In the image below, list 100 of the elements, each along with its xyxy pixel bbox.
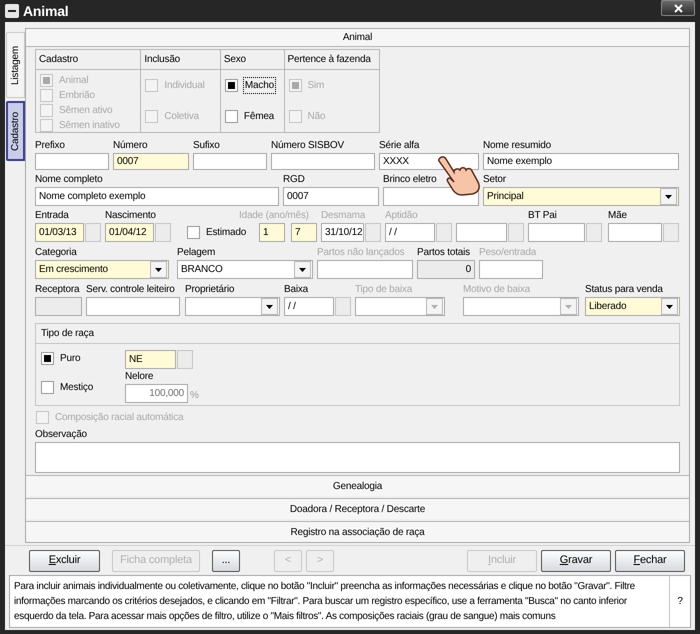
checkbox[interactable]	[224, 79, 238, 92]
field-label: Nome completo	[35, 173, 102, 187]
text-field[interactable]: NE	[125, 350, 176, 369]
field-label: Observação	[35, 428, 88, 442]
field-label: Setor	[483, 173, 506, 187]
checkbox[interactable]	[41, 381, 54, 394]
readonly-field[interactable]: 0	[417, 260, 475, 279]
close-icon	[674, 4, 682, 12]
notes-field[interactable]	[35, 442, 680, 473]
checkbox-label: Embrião	[59, 89, 95, 103]
text-field[interactable]	[456, 223, 507, 242]
push-button[interactable]: ...	[212, 550, 240, 572]
field-label: Status para venda	[585, 283, 663, 297]
breed-name: Nelore	[125, 370, 154, 384]
caret-icon	[666, 304, 673, 308]
combo-box[interactable]: Principal	[483, 187, 679, 206]
text-field[interactable]: / /	[284, 297, 334, 316]
column-header: Pertence à fazenda	[284, 50, 379, 70]
checkbox[interactable]	[187, 226, 200, 239]
field-label: Peso/entrada	[479, 246, 536, 260]
close-button[interactable]	[661, 0, 695, 16]
checkbox-label: Individual	[164, 79, 205, 93]
lookup-button[interactable]	[663, 223, 679, 242]
dropdown-button[interactable]	[661, 298, 678, 315]
field-label: Proprietário	[185, 283, 234, 297]
help-text: Para incluir animais individualmente ou coletivamente, clique no botão "Incluir" preencha as informações necessárias e clique no botão "Gravar". Filtre informações marcando os critérios desejados, e clicando em "Filtrar". Para buscar um registro específico, use a ferramenta "Busca" no canto inferior esquerdo da tela. Para acessar mais opções de filtro, utilize o "Mais filtros". As composições raciais (grau de sangue) mais comuns	[14, 580, 636, 624]
caret-icon	[431, 304, 438, 308]
text-field[interactable]	[271, 153, 375, 170]
checkbox[interactable]	[41, 352, 54, 365]
section-header[interactable]: Genealogia	[26, 475, 689, 496]
lookup-button[interactable]	[155, 223, 171, 242]
window-menu-button[interactable]	[5, 4, 19, 18]
dropdown-button[interactable]	[660, 188, 677, 205]
checkbox-label: Composição racial automática	[55, 411, 184, 425]
text-field[interactable]: XXXX	[379, 153, 479, 170]
text-field[interactable]: 100,000	[125, 384, 188, 403]
field-label: Nascimento	[105, 209, 156, 223]
lookup-button[interactable]	[365, 223, 381, 242]
field-label: Brinco eletro	[383, 173, 437, 187]
checkbox-label: Macho	[244, 78, 275, 93]
field-label: RGD	[283, 173, 305, 187]
field-label: BT Pai	[528, 209, 557, 223]
section-header[interactable]: Animal	[26, 29, 689, 47]
combo-box[interactable]: Liberado	[585, 297, 680, 316]
text-field[interactable]: Nome exemplo	[483, 153, 679, 170]
field-label: Baixa	[284, 283, 308, 297]
checkbox-label: Não	[308, 110, 326, 124]
text-field[interactable]	[86, 297, 180, 316]
field-label: Serv. controle leiteiro	[86, 283, 175, 297]
field-label: Série alfa	[379, 139, 420, 153]
text-field[interactable]	[35, 153, 109, 170]
field-label: Número	[113, 139, 148, 153]
checkbox-label: Sêmen inativo	[59, 119, 120, 133]
caret-icon	[565, 304, 572, 308]
text-field[interactable]: 01/04/12	[105, 223, 154, 242]
field-label: Número SISBOV	[271, 139, 344, 153]
section-header[interactable]: Doadora / Receptora / Descarte	[26, 498, 689, 519]
minus-icon	[8, 10, 16, 12]
text-field[interactable]	[528, 223, 585, 242]
text-field[interactable]	[608, 223, 662, 242]
text-field[interactable]: Nome completo exemplo	[35, 187, 279, 206]
checkbox-label: Sim	[308, 79, 324, 93]
field-label: Idade (ano/mês)	[239, 209, 309, 223]
push-button[interactable]: Excluir	[29, 550, 100, 572]
window-title: Animal	[23, 2, 68, 20]
field-label: Partos totais	[417, 246, 470, 260]
combo-box[interactable]: BRANCO	[177, 260, 313, 279]
help-button[interactable]: ?	[669, 576, 690, 627]
field-label: Categoria	[35, 246, 77, 260]
lookup-button[interactable]	[177, 350, 193, 369]
field-label: Entrada	[35, 209, 69, 223]
text-field[interactable]	[193, 153, 267, 170]
checkbox[interactable]	[224, 110, 238, 123]
lookup-button[interactable]	[508, 223, 524, 242]
column-header: Cadastro	[36, 50, 140, 70]
readonly-field[interactable]	[35, 297, 82, 316]
field-label: Aptidão	[385, 209, 418, 223]
push-button[interactable]: Fechar	[615, 550, 685, 572]
field-label: Motivo de baixa	[463, 283, 530, 297]
side-tab[interactable]: Cadastro	[6, 101, 25, 161]
dropdown-button[interactable]	[294, 261, 311, 278]
field-label: Prefixo	[35, 139, 65, 153]
lookup-button[interactable]	[436, 223, 452, 242]
text-field[interactable]: 0007	[113, 153, 189, 170]
text-field[interactable]: 01/03/13	[35, 223, 84, 242]
push-button[interactable]: Gravar	[541, 550, 611, 572]
lookup-button[interactable]	[586, 223, 602, 242]
dropdown-button[interactable]	[261, 298, 278, 315]
combo-box[interactable]: Em crescimento	[35, 260, 169, 279]
lookup-button[interactable]	[335, 297, 351, 316]
lookup-button[interactable]	[85, 223, 101, 242]
column-header: Inclusão	[141, 50, 220, 70]
checkbox-label: Animal	[59, 74, 88, 88]
text-field[interactable]: 0007	[283, 187, 379, 206]
field-label: Tipo de baixa	[355, 283, 412, 297]
dropdown-button[interactable]	[150, 261, 167, 278]
section-header[interactable]: Registro na associação de raça	[26, 521, 689, 542]
checkbox-label: Mestiço	[60, 381, 94, 395]
side-tab[interactable]: Listagem	[6, 32, 25, 98]
caret-icon	[266, 304, 273, 308]
